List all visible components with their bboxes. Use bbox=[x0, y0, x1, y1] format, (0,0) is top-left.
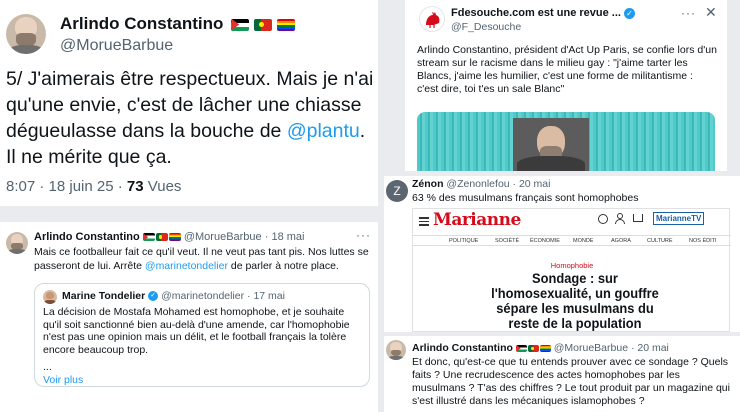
verified-badge-icon: ✓ bbox=[624, 7, 636, 19]
palestine-flag-icon bbox=[231, 18, 250, 31]
tweet-date[interactable]: · 20 mai bbox=[631, 342, 669, 354]
nav-item: MONDE bbox=[573, 238, 594, 244]
fdesouche-name[interactable]: Fdesouche.com est une revue ... bbox=[451, 7, 621, 19]
marianne-masthead: Marianne bbox=[433, 210, 521, 230]
zenon-date[interactable]: · 20 mai bbox=[513, 178, 551, 190]
see-more-link[interactable]: Voir plus bbox=[43, 374, 83, 386]
verified-badge-icon: ✓ bbox=[148, 291, 159, 302]
quote-avatar bbox=[43, 290, 57, 304]
more-options-icon[interactable]: ··· bbox=[356, 228, 371, 242]
nav-item: ÉCONOMIE bbox=[530, 238, 560, 244]
zenon-avatar[interactable]: Z bbox=[386, 180, 408, 202]
tweet-text: Mais ce footballeur fait ce qu'il veut. … bbox=[34, 246, 369, 272]
palestine-flag-icon bbox=[515, 344, 527, 352]
cart-icon bbox=[633, 214, 643, 222]
quote-author-handle: @marinetondelier bbox=[161, 290, 245, 302]
tweet-text: 5/ J'aimerais être respectueux. Mais je … bbox=[6, 68, 374, 168]
mention-link[interactable]: @plantu bbox=[287, 120, 360, 142]
tweet-date[interactable]: · 18 mai bbox=[265, 231, 305, 243]
author-name[interactable]: Arlindo Constantino bbox=[412, 342, 513, 354]
nav-item: AGORA bbox=[611, 238, 631, 244]
portugal-flag-icon bbox=[527, 344, 539, 352]
author-name[interactable]: Arlindo Constantino bbox=[60, 14, 223, 33]
author-handle[interactable]: @MorueBarbue bbox=[554, 342, 628, 354]
user-icon bbox=[615, 213, 625, 225]
nav-item: CULTURE bbox=[647, 238, 673, 244]
marianne-tv-logo: MarianneTV bbox=[653, 212, 705, 225]
zenon-text: 63 % des musulmans français sont homopho… bbox=[412, 192, 639, 204]
quote-text: La décision de Mostafa Mohamed est homop… bbox=[43, 306, 350, 356]
streamer-webcam-image bbox=[513, 118, 589, 171]
rainbow-flag-icon bbox=[539, 344, 551, 352]
main-tweet: Arlindo Constantino @MorueBarbue 5/ J'ai… bbox=[0, 0, 378, 206]
quote-author-name: Marine Tondelier bbox=[62, 290, 146, 302]
views-label: Vues bbox=[143, 178, 182, 195]
quote-card[interactable]: Marine Tondelier ✓ @marinetondelier · 17… bbox=[34, 283, 370, 387]
article-headline: Sondage : sur l'homosexualité, un gouffr… bbox=[491, 270, 659, 331]
author-name[interactable]: Arlindo Constantino bbox=[34, 231, 140, 243]
fdesouche-handle[interactable]: @F_Desouche bbox=[451, 21, 521, 33]
close-icon[interactable]: ✕ bbox=[705, 4, 717, 21]
author-avatar[interactable] bbox=[6, 232, 28, 254]
portugal-flag-icon bbox=[155, 233, 168, 242]
fdesouche-tweet: Fdesouche.com est une revue ... ✓ @F_Des… bbox=[405, 0, 727, 171]
views-count: 73 bbox=[126, 178, 144, 195]
portugal-flag-icon bbox=[253, 18, 272, 31]
tweet-text: Et donc, qu'est-ce que tu entends prouve… bbox=[412, 356, 730, 407]
author-handle[interactable]: @MorueBarbue bbox=[60, 37, 173, 55]
author-avatar[interactable] bbox=[6, 14, 46, 54]
rainbow-flag-icon bbox=[276, 18, 295, 31]
zenon-name[interactable]: Zénon bbox=[412, 178, 444, 190]
article-nav: POLITIQUE SOCIÉTÉ ÉCONOMIE MONDE AGORA C… bbox=[413, 235, 731, 246]
fdesouche-text: Arlindo Constantino, président d'Act Up … bbox=[417, 44, 717, 95]
reply-tweet-may18: Arlindo Constantino @MorueBarbue · 18 ma… bbox=[0, 222, 378, 412]
nav-item: SOCIÉTÉ bbox=[495, 238, 520, 244]
rooster-avatar-icon[interactable] bbox=[419, 6, 445, 32]
reply-tweet-may20: Arlindo Constantino @MorueBarbue · 20 ma… bbox=[384, 336, 740, 412]
quote-ellipsis: ... bbox=[43, 361, 52, 373]
palestine-flag-icon bbox=[142, 233, 155, 242]
mention-link[interactable]: @marinetondelier bbox=[145, 260, 228, 272]
nav-item: POLITIQUE bbox=[449, 238, 479, 244]
author-handle[interactable]: @MorueBarbue bbox=[184, 231, 262, 243]
menu-icon bbox=[419, 217, 429, 226]
article-image[interactable]: Marianne MarianneTV POLITIQUE SOCIÉTÉ ÉC… bbox=[412, 208, 731, 332]
stream-video-thumbnail[interactable] bbox=[417, 112, 715, 171]
zenon-handle[interactable]: @Zenonlefou bbox=[446, 178, 509, 190]
nav-item: NOS ÉDITI bbox=[689, 238, 717, 244]
quote-date: · 17 mai bbox=[247, 290, 285, 302]
tweet-meta: 8:07 · 18 juin 25 · 73 Vues bbox=[6, 178, 181, 195]
search-icon bbox=[598, 214, 608, 224]
tweet-time[interactable]: 8:07 · 18 juin 25 · bbox=[6, 178, 127, 195]
zenon-tweet: Z Zénon @Zenonlefou · 20 mai 63 % des mu… bbox=[384, 176, 740, 332]
author-avatar[interactable] bbox=[386, 340, 406, 360]
more-options-icon[interactable]: ··· bbox=[681, 6, 696, 20]
rainbow-flag-icon bbox=[168, 233, 181, 242]
article-kicker: Homophobie bbox=[550, 261, 594, 270]
